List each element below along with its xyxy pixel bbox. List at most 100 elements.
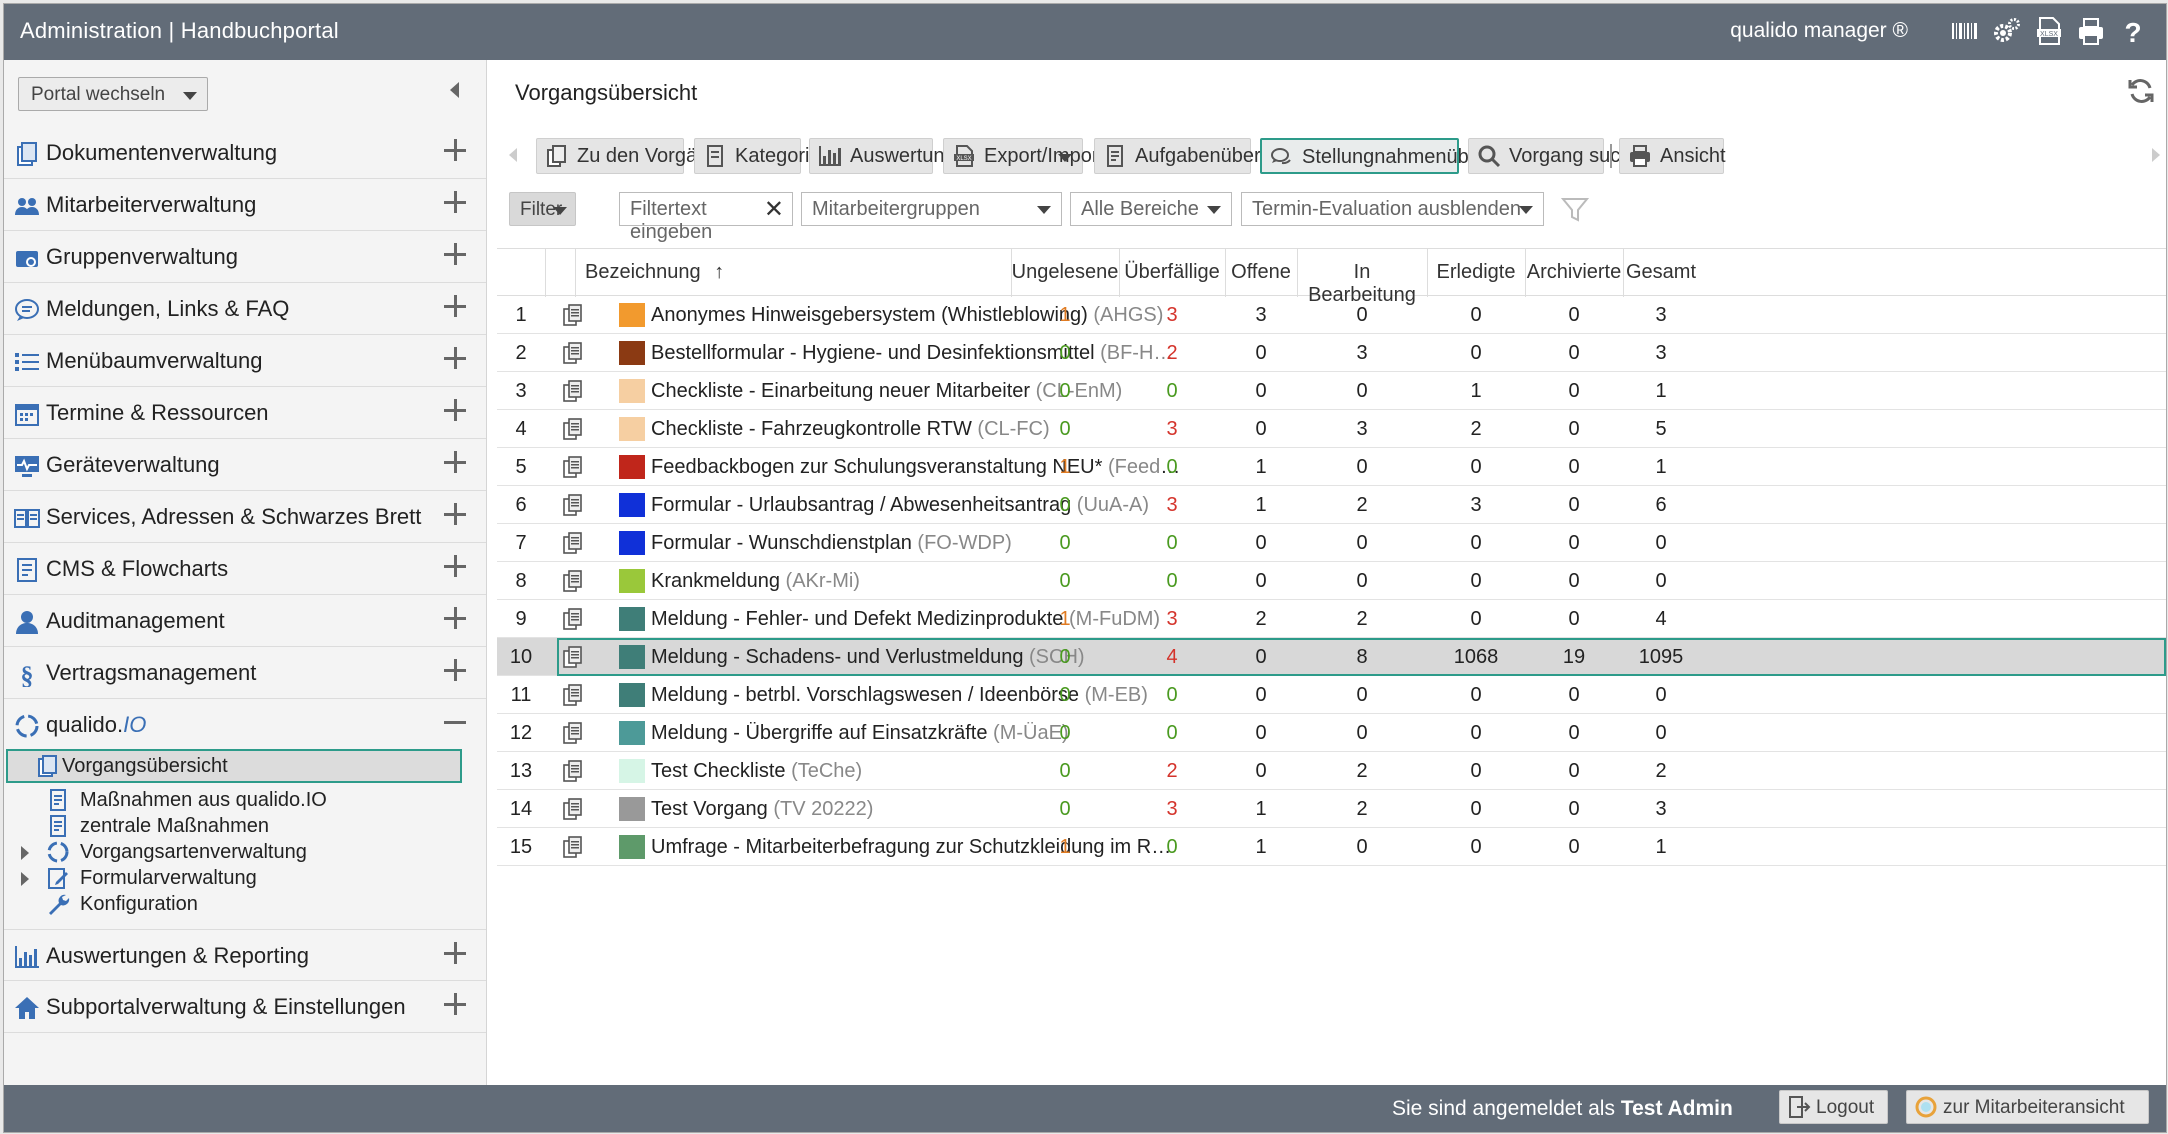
col-erledigte[interactable]: Erledigte: [1427, 261, 1525, 284]
refresh-icon[interactable]: [2126, 76, 2156, 106]
cell-gesamt: 1: [1655, 380, 1667, 402]
expand-arrow-icon[interactable]: [21, 846, 29, 860]
process-name: Formular - Wunschdienstplan (FO-WDP): [651, 532, 1012, 555]
table-row[interactable]: 11 Meldung - betrbl. Vorschlagswesen / Id…: [497, 676, 2166, 714]
documents-icon[interactable]: [562, 569, 584, 593]
table-row[interactable]: 14 Test Vorgang (TV 20222) 0 3 1 2 0 0 3: [497, 790, 2166, 828]
col-ueberfaellige[interactable]: Überfällige: [1119, 261, 1225, 284]
collapse-minus-icon[interactable]: [444, 711, 466, 733]
documents-icon[interactable]: [562, 721, 584, 745]
bereiche-select[interactable]: Alle Bereiche: [1070, 192, 1232, 226]
xlsx-export-icon[interactable]: XLSX: [2034, 15, 2064, 47]
filter-text-input[interactable]: Filtertext eingeben ✕: [619, 192, 793, 243]
table-row[interactable]: 2 Bestellformular - Hygiene- und Desinfek…: [497, 334, 2166, 372]
sidebar-item-menuebaum[interactable]: Menübaumverwaltung: [4, 335, 486, 387]
expand-plus-icon[interactable]: [444, 295, 466, 317]
sidebar-item-cms[interactable]: CMS & Flowcharts: [4, 543, 486, 595]
sidebar-item-vertrag[interactable]: § Vertragsmanagement: [4, 647, 486, 699]
expand-plus-icon[interactable]: [444, 503, 466, 525]
table-row[interactable]: 9 Meldung - Fehler- und Defekt Medizinpro…: [497, 600, 2166, 638]
collapse-sidebar-icon[interactable]: [450, 82, 459, 98]
expand-plus-icon[interactable]: [444, 243, 466, 265]
documents-icon[interactable]: [562, 531, 584, 555]
stellungnahmenuebersicht-button[interactable]: Stellungnahmenübersicht: [1260, 138, 1528, 174]
documents-icon[interactable]: [562, 303, 584, 327]
documents-icon[interactable]: [562, 797, 584, 821]
expand-plus-icon[interactable]: [444, 139, 466, 161]
expand-plus-icon[interactable]: [444, 399, 466, 421]
sidebar-item-geraete[interactable]: Geräteverwaltung: [4, 439, 486, 491]
col-bezeichnung[interactable]: Bezeichnung ↑: [585, 261, 724, 284]
sidebar-subitem-konfiguration[interactable]: Konfiguration: [4, 887, 486, 921]
scroll-right-icon[interactable]: [2152, 148, 2160, 162]
documents-icon[interactable]: [562, 835, 584, 859]
vorgang-suchen-button[interactable]: Vorgang suchen: [1468, 138, 1654, 174]
col-ungelesene[interactable]: Ungelesene: [1011, 261, 1119, 284]
col-archivierte[interactable]: Archivierte: [1525, 261, 1623, 284]
funnel-filter-icon[interactable]: [1559, 194, 1591, 226]
sidebar-item-gruppenverwaltung[interactable]: Gruppenverwaltung: [4, 231, 486, 283]
print-icon[interactable]: [2076, 15, 2106, 47]
help-icon[interactable]: ?: [2118, 15, 2148, 48]
sidebar-item-subportal[interactable]: Subportalverwaltung & Einstellungen: [4, 981, 486, 1033]
clear-icon[interactable]: ✕: [764, 195, 784, 224]
cell-ungelesen: 0: [1059, 722, 1071, 744]
documents-icon[interactable]: [562, 683, 584, 707]
sidebar-item-qualido-io[interactable]: qualido.IO: [4, 699, 486, 751]
mitarbeiteransicht-button[interactable]: zur Mitarbeiteransicht: [1906, 1090, 2149, 1124]
documents-icon[interactable]: [562, 341, 584, 365]
logout-button[interactable]: Logout: [1779, 1090, 1888, 1124]
table-row[interactable]: 15 Umfrage - Mitarbeiterbefragung zur Sch…: [497, 828, 2166, 866]
sidebar-item-meldungen[interactable]: Meldungen, Links & FAQ: [4, 283, 486, 335]
table-row[interactable]: 3 Checkliste - Einarbeitung neuer Mitarbe…: [497, 372, 2166, 410]
expand-plus-icon[interactable]: [444, 659, 466, 681]
documents-icon[interactable]: [562, 759, 584, 783]
table-row[interactable]: 5 Feedbackbogen zur Schulungsveranstaltun…: [497, 448, 2166, 486]
aufgabenuebersicht-button[interactable]: Aufgabenübersicht: [1094, 138, 1302, 174]
settings-gears-icon[interactable]: [1992, 15, 2022, 47]
col-gesamt[interactable]: Gesamt: [1623, 261, 1699, 284]
table-row[interactable]: 10 Meldung - Schadens- und Verlustmeldung…: [497, 638, 2166, 676]
expand-plus-icon[interactable]: [444, 347, 466, 369]
sidebar-item-services[interactable]: Services, Adressen & Schwarzes Brett: [4, 491, 486, 543]
sidebar-item-termine[interactable]: Termine & Ressourcen: [4, 387, 486, 439]
portal-switch-select[interactable]: Portal wechseln: [18, 77, 208, 111]
sidebar-item-audit[interactable]: Auditmanagement: [4, 595, 486, 647]
export-import-dropdown[interactable]: XLSX Export/Import: [943, 138, 1104, 174]
sidebar-subitem-vorgangsuebersicht[interactable]: Vorgangsübersicht: [6, 749, 462, 783]
documents-icon[interactable]: [562, 379, 584, 403]
sidebar-item-mitarbeiterverwaltung[interactable]: Mitarbeiterverwaltung: [4, 179, 486, 231]
barcode-icon[interactable]: [1950, 15, 1980, 47]
kategorien-button[interactable]: Kategorien: [694, 138, 832, 174]
expand-plus-icon[interactable]: [444, 451, 466, 473]
expand-plus-icon[interactable]: [444, 191, 466, 213]
scroll-left-icon[interactable]: [509, 148, 517, 162]
expand-plus-icon[interactable]: [444, 607, 466, 629]
table-row[interactable]: 8 Krankmeldung (AKr-Mi) 0 0 0 0 0 0 0: [497, 562, 2166, 600]
top-header: Administration | Handbuchportal qualido …: [4, 4, 2166, 60]
table-row[interactable]: 4 Checkliste - Fahrzeugkontrolle RTW (CL-…: [497, 410, 2166, 448]
zu-den-vorgaengen-button[interactable]: Zu den Vorgängen: [536, 138, 742, 174]
expand-arrow-icon[interactable]: [21, 872, 29, 886]
col-offene[interactable]: Offene: [1225, 261, 1297, 284]
filter-dropdown[interactable]: Filter: [509, 192, 576, 226]
auswertungen-button[interactable]: Auswertungen: [809, 138, 978, 174]
sidebar-item-dokumentenverwaltung[interactable]: Dokumentenverwaltung: [4, 127, 486, 179]
expand-plus-icon[interactable]: [444, 993, 466, 1015]
mitarbeitergruppen-select[interactable]: Mitarbeitergruppen: [801, 192, 1062, 226]
documents-icon[interactable]: [562, 455, 584, 479]
expand-plus-icon[interactable]: [444, 555, 466, 577]
table-row[interactable]: 13 Test Checkliste (TeChe) 0 2 0 2 0 0 2: [497, 752, 2166, 790]
documents-icon[interactable]: [562, 645, 584, 669]
termin-evaluation-select[interactable]: Termin-Evaluation ausblenden: [1241, 192, 1544, 226]
documents-icon[interactable]: [562, 607, 584, 631]
documents-icon[interactable]: [562, 417, 584, 441]
sidebar-item-auswertungen[interactable]: Auswertungen & Reporting: [4, 929, 486, 981]
table-row[interactable]: 1 Anonymes Hinweisgebersystem (Whistleblo…: [497, 296, 2166, 334]
table-row[interactable]: 7 Formular - Wunschdienstplan (FO-WDP) 0 0 0…: [497, 524, 2166, 562]
ansicht-button[interactable]: Ansicht: [1619, 138, 1726, 174]
documents-icon[interactable]: [562, 493, 584, 517]
table-row[interactable]: 6 Formular - Urlaubsantrag / Abwesenheits…: [497, 486, 2166, 524]
table-row[interactable]: 12 Meldung - Übergriffe auf Einsatzkräfte…: [497, 714, 2166, 752]
expand-plus-icon[interactable]: [444, 942, 466, 964]
